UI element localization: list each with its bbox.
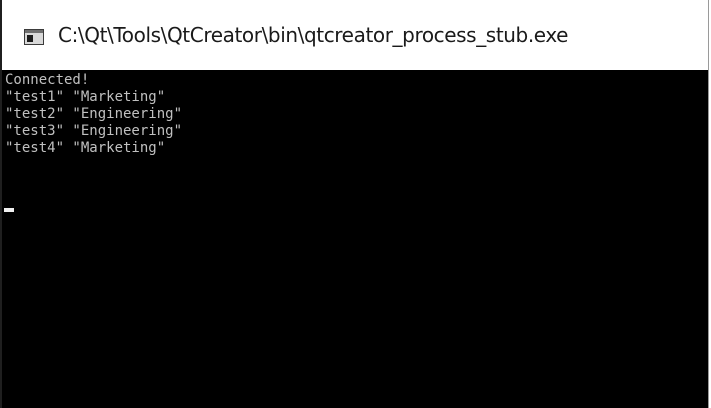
console-window-icon-screen — [27, 35, 33, 42]
window-title: C:\Qt\Tools\QtCreator\bin\qtcreator_proc… — [58, 23, 569, 47]
console-lines: Connected! "test1" "Marketing" "test2" "… — [5, 72, 182, 157]
console-window: C:\Qt\Tools\QtCreator\bin\qtcreator_proc… — [0, 0, 709, 408]
console-output[interactable]: Connected! "test1" "Marketing" "test2" "… — [2, 70, 708, 408]
console-window-icon-bar — [25, 30, 43, 33]
console-line: "test1" "Marketing" — [5, 89, 166, 105]
console-line: Connected! — [5, 72, 90, 88]
title-bar[interactable]: C:\Qt\Tools\QtCreator\bin\qtcreator_proc… — [2, 0, 708, 70]
text-cursor — [4, 208, 14, 212]
console-line: "test2" "Engineering" — [5, 106, 183, 122]
console-line: "test4" "Marketing" — [5, 140, 166, 156]
console-window-icon[interactable] — [24, 29, 44, 45]
console-line: "test3" "Engineering" — [5, 123, 183, 139]
